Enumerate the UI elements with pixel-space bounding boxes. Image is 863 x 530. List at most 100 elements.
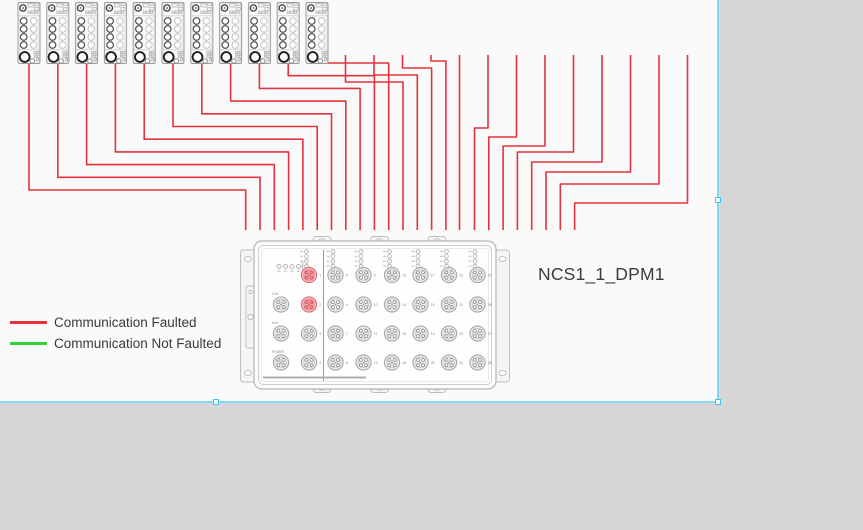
remote-device-module[interactable] xyxy=(277,3,299,64)
port[interactable] xyxy=(356,326,371,341)
side-port[interactable] xyxy=(273,326,288,341)
wire-communication-faulted[interactable] xyxy=(431,55,446,230)
remote-port xyxy=(20,26,27,33)
port-led xyxy=(416,255,420,259)
legend-row-faulted: Communication Faulted xyxy=(10,312,221,333)
svg-text:X1N: X1N xyxy=(272,292,279,296)
port[interactable] xyxy=(384,355,399,370)
main-device[interactable]: X1NAUXPOWER12345678910111213141516171819… xyxy=(241,237,510,393)
remote-port xyxy=(30,42,37,49)
port[interactable] xyxy=(356,355,371,370)
remote-device-module[interactable] xyxy=(306,3,328,64)
port-faulted[interactable] xyxy=(301,267,316,282)
port[interactable] xyxy=(301,326,316,341)
wire-communication-faulted[interactable] xyxy=(58,58,260,230)
port[interactable] xyxy=(413,355,428,370)
port-led xyxy=(445,255,449,259)
remote-port xyxy=(232,42,239,49)
port[interactable] xyxy=(328,355,343,370)
remote-device-module[interactable] xyxy=(220,3,242,64)
remote-bus-port xyxy=(77,52,87,62)
port-led xyxy=(305,255,309,259)
wire-communication-faulted[interactable] xyxy=(317,58,389,230)
port[interactable] xyxy=(441,355,456,370)
remote-device-module[interactable] xyxy=(18,3,40,64)
remote-port xyxy=(290,34,297,41)
port[interactable] xyxy=(470,355,485,370)
port-led xyxy=(388,255,392,259)
port[interactable] xyxy=(470,297,485,312)
remote-port xyxy=(78,18,85,25)
wire-communication-faulted[interactable] xyxy=(475,55,489,230)
port[interactable] xyxy=(384,326,399,341)
remote-device-module[interactable] xyxy=(248,3,270,64)
wire-communication-faulted[interactable] xyxy=(144,58,303,230)
remote-bus-port xyxy=(106,52,116,62)
port[interactable] xyxy=(301,355,316,370)
port[interactable] xyxy=(384,297,399,312)
port[interactable] xyxy=(413,267,428,282)
remote-port xyxy=(59,26,66,33)
port[interactable] xyxy=(441,326,456,341)
remote-port xyxy=(146,34,153,41)
svg-text:26: 26 xyxy=(488,303,492,307)
port[interactable] xyxy=(441,297,456,312)
port[interactable] xyxy=(328,326,343,341)
remote-device-module[interactable] xyxy=(191,3,213,64)
remote-port xyxy=(49,42,56,49)
svg-text:15: 15 xyxy=(402,332,406,336)
faulted-line-swatch xyxy=(10,321,47,324)
port[interactable] xyxy=(356,267,371,282)
remote-port xyxy=(136,18,143,25)
selection-handle[interactable] xyxy=(715,197,721,203)
selection-handle[interactable] xyxy=(715,399,721,405)
port[interactable] xyxy=(413,326,428,341)
remote-port xyxy=(59,34,66,41)
remote-device-module[interactable] xyxy=(162,3,184,64)
remote-bus-port xyxy=(193,52,203,62)
port[interactable] xyxy=(384,267,399,282)
remote-port xyxy=(78,26,85,33)
remote-port xyxy=(193,34,200,41)
side-port[interactable] xyxy=(273,355,288,370)
remote-port xyxy=(78,34,85,41)
remote-port xyxy=(222,34,229,41)
port[interactable] xyxy=(328,267,343,282)
port-led xyxy=(359,259,363,263)
port[interactable] xyxy=(328,297,343,312)
remote-port xyxy=(251,18,258,25)
wires xyxy=(29,55,688,230)
port-faulted[interactable] xyxy=(301,297,316,312)
wire-communication-faulted[interactable] xyxy=(202,58,332,230)
wire-communication-faulted[interactable] xyxy=(29,58,246,230)
remote-port xyxy=(20,42,27,49)
svg-text:27: 27 xyxy=(488,332,492,336)
main-device-label[interactable]: NCS1_1_DPM1 xyxy=(538,264,665,285)
remote-device-module[interactable] xyxy=(76,3,98,64)
legend: Communication Faulted Communication Not … xyxy=(10,312,221,354)
remote-port xyxy=(308,34,315,41)
port[interactable] xyxy=(441,267,456,282)
remote-port xyxy=(318,26,325,33)
remote-port xyxy=(78,42,85,49)
remote-port xyxy=(117,18,124,25)
port-led xyxy=(473,259,477,263)
remote-port xyxy=(136,42,143,49)
remote-device-module[interactable] xyxy=(47,3,69,64)
port[interactable] xyxy=(470,326,485,341)
remote-port xyxy=(49,26,56,33)
remote-port xyxy=(251,34,258,41)
remote-port xyxy=(251,42,258,49)
remote-device-module[interactable] xyxy=(133,3,155,64)
remote-port xyxy=(49,18,56,25)
svg-text:2: 2 xyxy=(319,303,321,307)
port-led xyxy=(331,259,335,263)
wire-communication-faulted[interactable] xyxy=(503,55,545,230)
port-led xyxy=(445,259,449,263)
port[interactable] xyxy=(413,297,428,312)
port[interactable] xyxy=(356,297,371,312)
selection-handle[interactable] xyxy=(213,399,219,405)
side-port[interactable] xyxy=(273,297,288,312)
remote-device-module[interactable] xyxy=(104,3,126,64)
port[interactable] xyxy=(470,267,485,282)
